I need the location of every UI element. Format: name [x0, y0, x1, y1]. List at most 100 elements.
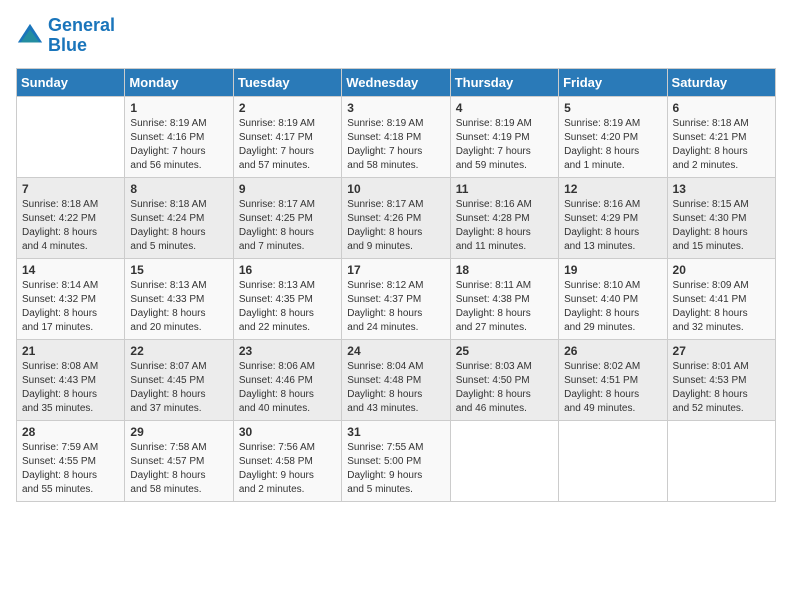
cell-info: Sunrise: 8:18 AM Sunset: 4:24 PM Dayligh… — [130, 198, 227, 254]
calendar-cell: 25 Sunrise: 8:03 AM Sunset: 4:50 PM Dayli… — [450, 339, 558, 420]
calendar-cell — [667, 420, 775, 501]
day-header-tuesday: Tuesday — [233, 68, 341, 96]
day-number: 25 — [456, 344, 553, 358]
day-header-thursday: Thursday — [450, 68, 558, 96]
day-number: 9 — [239, 182, 336, 196]
day-number: 18 — [456, 263, 553, 277]
cell-info: Sunrise: 8:19 AM Sunset: 4:17 PM Dayligh… — [239, 117, 336, 173]
calendar-cell: 18 Sunrise: 8:11 AM Sunset: 4:38 PM Dayli… — [450, 258, 558, 339]
cell-info: Sunrise: 8:07 AM Sunset: 4:45 PM Dayligh… — [130, 360, 227, 416]
page-header: GeneralBlue — [16, 16, 776, 56]
week-row-5: 28 Sunrise: 7:59 AM Sunset: 4:55 PM Dayli… — [17, 420, 776, 501]
day-number: 15 — [130, 263, 227, 277]
week-row-3: 14Sunrise: 8:14 AM Sunset: 4:32 PM Dayli… — [17, 258, 776, 339]
calendar-cell: 21 Sunrise: 8:08 AM Sunset: 4:43 PM Dayli… — [17, 339, 125, 420]
cell-info: Sunrise: 8:13 AM Sunset: 4:35 PM Dayligh… — [239, 279, 336, 335]
day-number: 12 — [564, 182, 661, 196]
calendar-cell — [17, 96, 125, 177]
cell-info: Sunrise: 8:18 AM Sunset: 4:22 PM Dayligh… — [22, 198, 119, 254]
calendar-cell: 22 Sunrise: 8:07 AM Sunset: 4:45 PM Dayli… — [125, 339, 233, 420]
calendar-cell: 26 Sunrise: 8:02 AM Sunset: 4:51 PM Dayli… — [559, 339, 667, 420]
week-row-1: 1 Sunrise: 8:19 AM Sunset: 4:16 PM Daylig… — [17, 96, 776, 177]
day-number: 23 — [239, 344, 336, 358]
logo-text: GeneralBlue — [48, 16, 115, 56]
day-number: 8 — [130, 182, 227, 196]
week-row-2: 7 Sunrise: 8:18 AM Sunset: 4:22 PM Daylig… — [17, 177, 776, 258]
calendar-cell: 29Sunrise: 7:58 AM Sunset: 4:57 PM Dayli… — [125, 420, 233, 501]
day-number: 26 — [564, 344, 661, 358]
day-number: 14 — [22, 263, 119, 277]
calendar-cell: 2 Sunrise: 8:19 AM Sunset: 4:17 PM Daylig… — [233, 96, 341, 177]
day-header-sunday: Sunday — [17, 68, 125, 96]
day-number: 17 — [347, 263, 444, 277]
day-number: 4 — [456, 101, 553, 115]
cell-info: Sunrise: 7:59 AM Sunset: 4:55 PM Dayligh… — [22, 441, 119, 497]
cell-info: Sunrise: 7:55 AM Sunset: 5:00 PM Dayligh… — [347, 441, 444, 497]
day-header-friday: Friday — [559, 68, 667, 96]
cell-info: Sunrise: 8:16 AM Sunset: 4:28 PM Dayligh… — [456, 198, 553, 254]
calendar-cell: 12Sunrise: 8:16 AM Sunset: 4:29 PM Dayli… — [559, 177, 667, 258]
day-number: 2 — [239, 101, 336, 115]
cell-info: Sunrise: 8:06 AM Sunset: 4:46 PM Dayligh… — [239, 360, 336, 416]
cell-info: Sunrise: 8:19 AM Sunset: 4:18 PM Dayligh… — [347, 117, 444, 173]
calendar-cell: 19Sunrise: 8:10 AM Sunset: 4:40 PM Dayli… — [559, 258, 667, 339]
calendar-cell: 20 Sunrise: 8:09 AM Sunset: 4:41 PM Dayli… — [667, 258, 775, 339]
day-header-wednesday: Wednesday — [342, 68, 450, 96]
cell-info: Sunrise: 8:04 AM Sunset: 4:48 PM Dayligh… — [347, 360, 444, 416]
day-number: 30 — [239, 425, 336, 439]
calendar-cell: 6 Sunrise: 8:18 AM Sunset: 4:21 PM Daylig… — [667, 96, 775, 177]
calendar-cell: 9 Sunrise: 8:17 AM Sunset: 4:25 PM Daylig… — [233, 177, 341, 258]
calendar-cell: 1 Sunrise: 8:19 AM Sunset: 4:16 PM Daylig… — [125, 96, 233, 177]
cell-info: Sunrise: 8:09 AM Sunset: 4:41 PM Dayligh… — [673, 279, 770, 335]
cell-info: Sunrise: 8:19 AM Sunset: 4:20 PM Dayligh… — [564, 117, 661, 173]
day-number: 3 — [347, 101, 444, 115]
cell-info: Sunrise: 8:18 AM Sunset: 4:21 PM Dayligh… — [673, 117, 770, 173]
calendar-cell: 16 Sunrise: 8:13 AM Sunset: 4:35 PM Dayli… — [233, 258, 341, 339]
day-number: 22 — [130, 344, 227, 358]
logo: GeneralBlue — [16, 16, 115, 56]
calendar-cell: 5 Sunrise: 8:19 AM Sunset: 4:20 PM Daylig… — [559, 96, 667, 177]
cell-info: Sunrise: 8:19 AM Sunset: 4:16 PM Dayligh… — [130, 117, 227, 173]
cell-info: Sunrise: 8:03 AM Sunset: 4:50 PM Dayligh… — [456, 360, 553, 416]
calendar-cell: 17 Sunrise: 8:12 AM Sunset: 4:37 PM Dayli… — [342, 258, 450, 339]
cell-info: Sunrise: 8:11 AM Sunset: 4:38 PM Dayligh… — [456, 279, 553, 335]
logo-icon — [16, 22, 44, 50]
day-number: 5 — [564, 101, 661, 115]
day-number: 1 — [130, 101, 227, 115]
calendar-cell: 28 Sunrise: 7:59 AM Sunset: 4:55 PM Dayli… — [17, 420, 125, 501]
cell-info: Sunrise: 8:19 AM Sunset: 4:19 PM Dayligh… — [456, 117, 553, 173]
calendar-table: SundayMondayTuesdayWednesdayThursdayFrid… — [16, 68, 776, 502]
cell-info: Sunrise: 8:08 AM Sunset: 4:43 PM Dayligh… — [22, 360, 119, 416]
cell-info: Sunrise: 8:13 AM Sunset: 4:33 PM Dayligh… — [130, 279, 227, 335]
calendar-cell: 15 Sunrise: 8:13 AM Sunset: 4:33 PM Dayli… — [125, 258, 233, 339]
cell-info: Sunrise: 8:15 AM Sunset: 4:30 PM Dayligh… — [673, 198, 770, 254]
day-number: 24 — [347, 344, 444, 358]
day-number: 31 — [347, 425, 444, 439]
cell-info: Sunrise: 7:58 AM Sunset: 4:57 PM Dayligh… — [130, 441, 227, 497]
day-number: 16 — [239, 263, 336, 277]
calendar-cell — [559, 420, 667, 501]
calendar-cell: 27Sunrise: 8:01 AM Sunset: 4:53 PM Dayli… — [667, 339, 775, 420]
cell-info: Sunrise: 8:17 AM Sunset: 4:26 PM Dayligh… — [347, 198, 444, 254]
calendar-cell — [450, 420, 558, 501]
calendar-cell: 24 Sunrise: 8:04 AM Sunset: 4:48 PM Dayli… — [342, 339, 450, 420]
day-number: 6 — [673, 101, 770, 115]
day-header-monday: Monday — [125, 68, 233, 96]
week-row-4: 21 Sunrise: 8:08 AM Sunset: 4:43 PM Dayli… — [17, 339, 776, 420]
calendar-cell: 14Sunrise: 8:14 AM Sunset: 4:32 PM Dayli… — [17, 258, 125, 339]
cell-info: Sunrise: 8:12 AM Sunset: 4:37 PM Dayligh… — [347, 279, 444, 335]
cell-info: Sunrise: 8:02 AM Sunset: 4:51 PM Dayligh… — [564, 360, 661, 416]
cell-info: Sunrise: 7:56 AM Sunset: 4:58 PM Dayligh… — [239, 441, 336, 497]
day-number: 21 — [22, 344, 119, 358]
cell-info: Sunrise: 8:17 AM Sunset: 4:25 PM Dayligh… — [239, 198, 336, 254]
day-number: 10 — [347, 182, 444, 196]
cell-info: Sunrise: 8:01 AM Sunset: 4:53 PM Dayligh… — [673, 360, 770, 416]
day-header-saturday: Saturday — [667, 68, 775, 96]
day-number: 11 — [456, 182, 553, 196]
day-number: 7 — [22, 182, 119, 196]
calendar-cell: 7 Sunrise: 8:18 AM Sunset: 4:22 PM Daylig… — [17, 177, 125, 258]
day-number: 28 — [22, 425, 119, 439]
calendar-cell: 4 Sunrise: 8:19 AM Sunset: 4:19 PM Daylig… — [450, 96, 558, 177]
day-number: 20 — [673, 263, 770, 277]
cell-info: Sunrise: 8:10 AM Sunset: 4:40 PM Dayligh… — [564, 279, 661, 335]
